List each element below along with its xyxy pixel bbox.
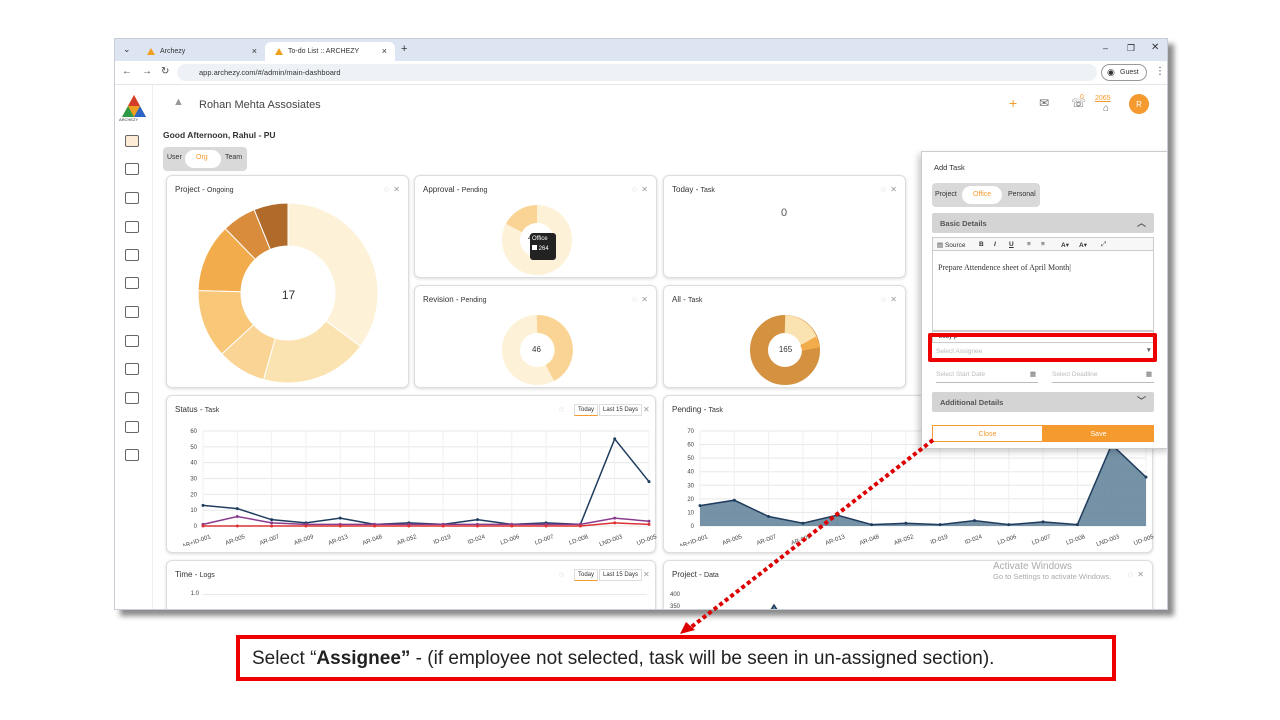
instruction-callout: Select “Assignee” - (if employee not sel… xyxy=(236,635,1116,681)
pointer-arrow xyxy=(680,438,935,634)
slide: ⌄ Archezy × To-do List :: ARCHEZY × + – … xyxy=(0,0,1280,720)
